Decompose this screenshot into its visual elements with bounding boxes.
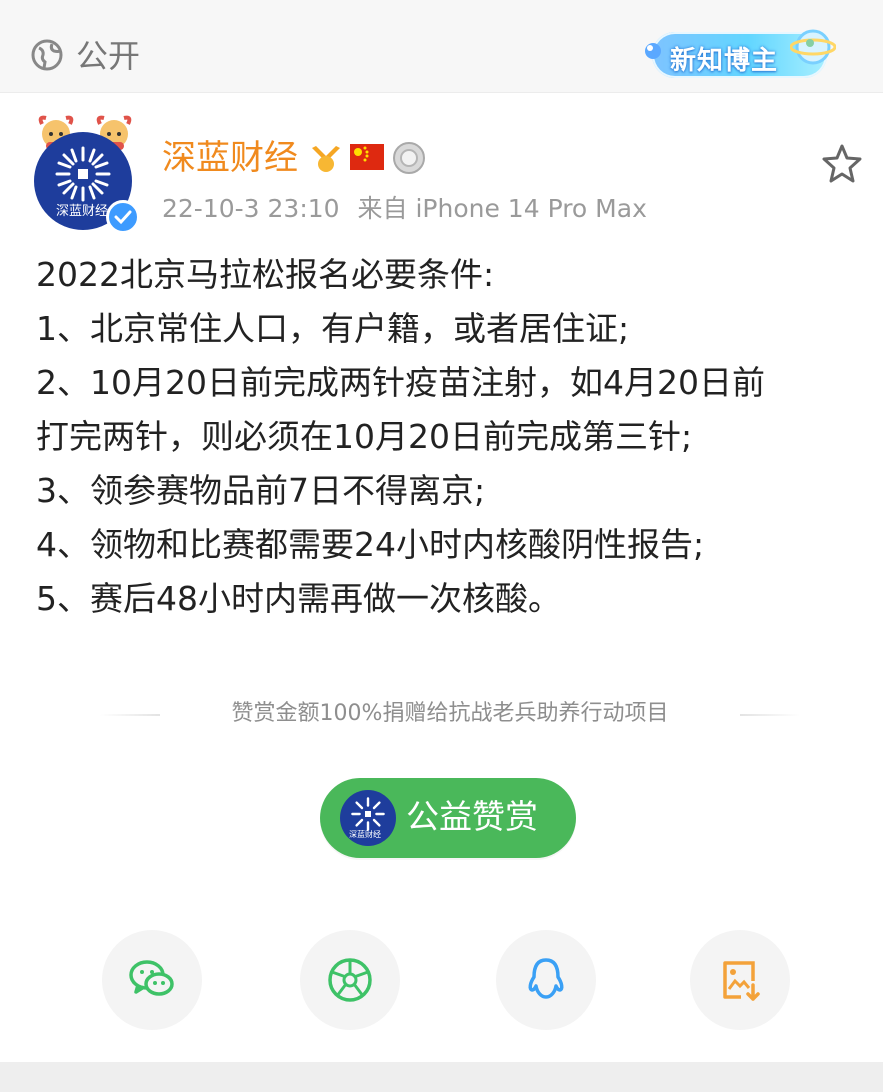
badge-label: 新知博主	[670, 46, 779, 76]
post-source: 来自 iPhone 14 Pro Max	[357, 194, 647, 223]
save-image-icon	[723, 961, 760, 1001]
post-body: 2022北京马拉松报名必要条件: 1、北京常住人口，有户籍，或者居住证; 2、1…	[36, 248, 866, 626]
share-wechat-button[interactable]	[102, 930, 202, 1030]
globe-icon	[31, 39, 63, 71]
post-top-bar: 公开 新知博主	[0, 0, 883, 93]
wechat-icon	[129, 960, 174, 996]
visibility-label[interactable]: 公开	[76, 36, 140, 76]
divider-line-right	[740, 714, 800, 716]
author-avatar[interactable]: 深蓝财经	[30, 112, 140, 234]
post-line: 2022北京马拉松报名必要条件:	[36, 255, 495, 294]
reward-avatar-caption: 深蓝财经	[349, 830, 381, 839]
new-blogger-badge[interactable]: 新知博主	[640, 24, 840, 86]
favorite-star-icon[interactable]	[820, 142, 864, 186]
gold-medal-icon	[312, 146, 340, 172]
post-line: 3、领参赛物品前7日不得离京;	[36, 471, 486, 510]
bottom-strip	[0, 1062, 883, 1092]
share-qq-button[interactable]	[496, 930, 596, 1030]
post-line: 2、10月20日前完成两针疫苗注射，如4月20日前	[36, 363, 765, 402]
post-line: 打完两针，则必须在10月20日前完成第三针;	[36, 417, 693, 456]
account-name[interactable]: 深蓝财经	[162, 138, 298, 178]
qq-icon	[528, 958, 564, 999]
post-timestamp: 22-10-3 23:10	[162, 194, 340, 223]
reward-note: 赞赏金额100%捐赠给抗战老兵助养行动项目	[231, 701, 669, 726]
share-save-image-button[interactable]	[690, 930, 790, 1030]
post-line: 1、北京常住人口，有户籍，或者居住证;	[36, 309, 630, 348]
china-flag-icon	[350, 144, 384, 170]
share-moments-button[interactable]	[300, 930, 400, 1030]
reward-button-label: 公益赞赏	[406, 797, 538, 836]
charity-reward-button[interactable]: 深蓝财经 公益赞赏	[320, 778, 576, 858]
check-icon	[114, 210, 132, 225]
post-line: 5、赛后48小时内需再做一次核酸。	[36, 579, 561, 618]
sunburst-logo-icon	[55, 146, 111, 202]
avatar-caption: 深蓝财经	[56, 204, 109, 219]
moments-icon	[328, 958, 372, 1002]
verified-badge	[106, 200, 140, 234]
globe-sticker-icon	[790, 29, 836, 65]
sparkle-icon	[645, 43, 661, 59]
reward-divider: 赞赏金额100%捐赠给抗战老兵助养行动项目	[100, 695, 800, 735]
silver-medal-icon	[393, 142, 425, 174]
share-bar	[0, 920, 883, 1040]
sunburst-logo-icon	[351, 797, 385, 831]
reward-avatar: 深蓝财经	[340, 790, 396, 846]
post-line: 4、领物和比赛都需要24小时内核酸阴性报告;	[36, 525, 705, 564]
post-meta: 22-10-3 23:10 来自 iPhone 14 Pro Max	[162, 192, 647, 226]
